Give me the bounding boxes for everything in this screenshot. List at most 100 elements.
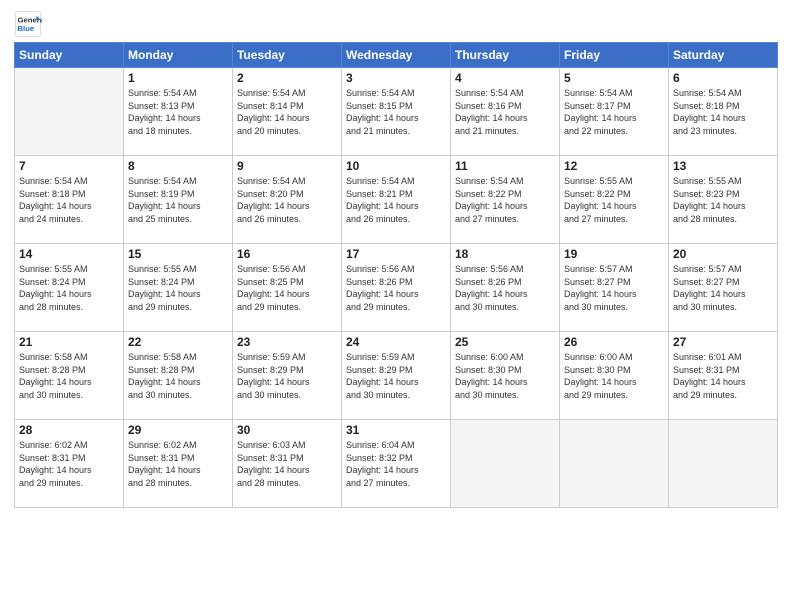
weekday-friday: Friday bbox=[560, 43, 669, 68]
calendar-cell: 19Sunrise: 5:57 AM Sunset: 8:27 PM Dayli… bbox=[560, 244, 669, 332]
calendar-week-0: 1 Sunrise: 5:54 AM Sunset: 8:13 PM Daylig… bbox=[15, 68, 778, 156]
calendar-week-2: 14Sunrise: 5:55 AM Sunset: 8:24 PM Dayli… bbox=[15, 244, 778, 332]
calendar-cell: 30 Sunrise: 6:03 AM Sunset: 8:31 PM Dayli… bbox=[233, 420, 342, 508]
calendar-cell: 2 Sunrise: 5:54 AM Sunset: 8:14 PM Daylig… bbox=[233, 68, 342, 156]
calendar-cell bbox=[560, 420, 669, 508]
day-number: 26 bbox=[564, 335, 664, 349]
cell-detail: Sunrise: 5:55 AM Sunset: 8:24 PM Dayligh… bbox=[128, 263, 228, 313]
day-number: 5 bbox=[564, 71, 664, 85]
cell-detail: Sunrise: 5:54 AM Sunset: 8:16 PM Dayligh… bbox=[455, 87, 555, 137]
calendar-cell: 27 Sunrise: 6:01 AM Sunset: 8:31 PM Dayli… bbox=[669, 332, 778, 420]
day-number: 8 bbox=[128, 159, 228, 173]
calendar-cell: 6Sunrise: 5:54 AM Sunset: 8:18 PM Daylig… bbox=[669, 68, 778, 156]
calendar-cell bbox=[451, 420, 560, 508]
day-number: 16 bbox=[237, 247, 337, 261]
day-number: 18 bbox=[455, 247, 555, 261]
calendar-cell: 26Sunrise: 6:00 AM Sunset: 8:30 PM Dayli… bbox=[560, 332, 669, 420]
calendar-cell: 9 Sunrise: 5:54 AM Sunset: 8:20 PM Daylig… bbox=[233, 156, 342, 244]
calendar-cell: 28 Sunrise: 6:02 AM Sunset: 8:31 PM Dayli… bbox=[15, 420, 124, 508]
day-number: 20 bbox=[673, 247, 773, 261]
cell-detail: Sunrise: 5:56 AM Sunset: 8:25 PM Dayligh… bbox=[237, 263, 337, 313]
day-number: 22 bbox=[128, 335, 228, 349]
weekday-header-row: SundayMondayTuesdayWednesdayThursdayFrid… bbox=[15, 43, 778, 68]
cell-detail: Sunrise: 5:57 AM Sunset: 8:27 PM Dayligh… bbox=[564, 263, 664, 313]
cell-detail: Sunrise: 5:56 AM Sunset: 8:26 PM Dayligh… bbox=[346, 263, 446, 313]
weekday-thursday: Thursday bbox=[451, 43, 560, 68]
calendar-table: SundayMondayTuesdayWednesdayThursdayFrid… bbox=[14, 42, 778, 508]
svg-text:General: General bbox=[18, 16, 43, 25]
calendar-cell: 5 Sunrise: 5:54 AM Sunset: 8:17 PM Daylig… bbox=[560, 68, 669, 156]
day-number: 17 bbox=[346, 247, 446, 261]
weekday-sunday: Sunday bbox=[15, 43, 124, 68]
cell-detail: Sunrise: 6:01 AM Sunset: 8:31 PM Dayligh… bbox=[673, 351, 773, 401]
calendar-week-1: 7 Sunrise: 5:54 AM Sunset: 8:18 PM Daylig… bbox=[15, 156, 778, 244]
calendar-cell: 29Sunrise: 6:02 AM Sunset: 8:31 PM Dayli… bbox=[124, 420, 233, 508]
calendar-cell: 4 Sunrise: 5:54 AM Sunset: 8:16 PM Daylig… bbox=[451, 68, 560, 156]
day-number: 12 bbox=[564, 159, 664, 173]
day-number: 1 bbox=[128, 71, 228, 85]
calendar-cell: 24 Sunrise: 5:59 AM Sunset: 8:29 PM Dayli… bbox=[342, 332, 451, 420]
page: General Blue SundayMondayTuesdayWednesda… bbox=[0, 0, 792, 612]
calendar-cell: 15Sunrise: 5:55 AM Sunset: 8:24 PM Dayli… bbox=[124, 244, 233, 332]
cell-detail: Sunrise: 6:04 AM Sunset: 8:32 PM Dayligh… bbox=[346, 439, 446, 489]
day-number: 13 bbox=[673, 159, 773, 173]
day-number: 28 bbox=[19, 423, 119, 437]
day-number: 7 bbox=[19, 159, 119, 173]
weekday-wednesday: Wednesday bbox=[342, 43, 451, 68]
cell-detail: Sunrise: 5:54 AM Sunset: 8:13 PM Dayligh… bbox=[128, 87, 228, 137]
calendar-cell: 3 Sunrise: 5:54 AM Sunset: 8:15 PM Daylig… bbox=[342, 68, 451, 156]
calendar-cell: 17 Sunrise: 5:56 AM Sunset: 8:26 PM Dayli… bbox=[342, 244, 451, 332]
day-number: 11 bbox=[455, 159, 555, 173]
day-number: 23 bbox=[237, 335, 337, 349]
cell-detail: Sunrise: 5:54 AM Sunset: 8:20 PM Dayligh… bbox=[237, 175, 337, 225]
calendar-week-3: 21 Sunrise: 5:58 AM Sunset: 8:28 PM Dayli… bbox=[15, 332, 778, 420]
cell-detail: Sunrise: 5:59 AM Sunset: 8:29 PM Dayligh… bbox=[237, 351, 337, 401]
day-number: 6 bbox=[673, 71, 773, 85]
cell-detail: Sunrise: 6:03 AM Sunset: 8:31 PM Dayligh… bbox=[237, 439, 337, 489]
calendar-cell: 14Sunrise: 5:55 AM Sunset: 8:24 PM Dayli… bbox=[15, 244, 124, 332]
calendar-cell: 12 Sunrise: 5:55 AM Sunset: 8:22 PM Dayli… bbox=[560, 156, 669, 244]
calendar-cell: 23 Sunrise: 5:59 AM Sunset: 8:29 PM Dayli… bbox=[233, 332, 342, 420]
cell-detail: Sunrise: 6:02 AM Sunset: 8:31 PM Dayligh… bbox=[19, 439, 119, 489]
day-number: 25 bbox=[455, 335, 555, 349]
cell-detail: Sunrise: 5:54 AM Sunset: 8:17 PM Dayligh… bbox=[564, 87, 664, 137]
calendar-cell: 18Sunrise: 5:56 AM Sunset: 8:26 PM Dayli… bbox=[451, 244, 560, 332]
day-number: 4 bbox=[455, 71, 555, 85]
cell-detail: Sunrise: 5:55 AM Sunset: 8:23 PM Dayligh… bbox=[673, 175, 773, 225]
day-number: 2 bbox=[237, 71, 337, 85]
weekday-monday: Monday bbox=[124, 43, 233, 68]
cell-detail: Sunrise: 5:54 AM Sunset: 8:14 PM Dayligh… bbox=[237, 87, 337, 137]
day-number: 3 bbox=[346, 71, 446, 85]
cell-detail: Sunrise: 5:59 AM Sunset: 8:29 PM Dayligh… bbox=[346, 351, 446, 401]
logo-icon: General Blue bbox=[14, 10, 42, 38]
day-number: 24 bbox=[346, 335, 446, 349]
calendar-cell bbox=[669, 420, 778, 508]
day-number: 21 bbox=[19, 335, 119, 349]
day-number: 10 bbox=[346, 159, 446, 173]
day-number: 30 bbox=[237, 423, 337, 437]
cell-detail: Sunrise: 5:58 AM Sunset: 8:28 PM Dayligh… bbox=[19, 351, 119, 401]
calendar-cell: 7 Sunrise: 5:54 AM Sunset: 8:18 PM Daylig… bbox=[15, 156, 124, 244]
cell-detail: Sunrise: 5:55 AM Sunset: 8:22 PM Dayligh… bbox=[564, 175, 664, 225]
cell-detail: Sunrise: 5:54 AM Sunset: 8:18 PM Dayligh… bbox=[19, 175, 119, 225]
calendar-cell: 16 Sunrise: 5:56 AM Sunset: 8:25 PM Dayli… bbox=[233, 244, 342, 332]
day-number: 27 bbox=[673, 335, 773, 349]
cell-detail: Sunrise: 5:58 AM Sunset: 8:28 PM Dayligh… bbox=[128, 351, 228, 401]
calendar-cell: 13 Sunrise: 5:55 AM Sunset: 8:23 PM Dayli… bbox=[669, 156, 778, 244]
calendar-cell: 10 Sunrise: 5:54 AM Sunset: 8:21 PM Dayli… bbox=[342, 156, 451, 244]
cell-detail: Sunrise: 5:57 AM Sunset: 8:27 PM Dayligh… bbox=[673, 263, 773, 313]
cell-detail: Sunrise: 5:55 AM Sunset: 8:24 PM Dayligh… bbox=[19, 263, 119, 313]
calendar-cell: 1 Sunrise: 5:54 AM Sunset: 8:13 PM Daylig… bbox=[124, 68, 233, 156]
day-number: 31 bbox=[346, 423, 446, 437]
calendar-cell: 22 Sunrise: 5:58 AM Sunset: 8:28 PM Dayli… bbox=[124, 332, 233, 420]
day-number: 9 bbox=[237, 159, 337, 173]
cell-detail: Sunrise: 6:00 AM Sunset: 8:30 PM Dayligh… bbox=[455, 351, 555, 401]
logo: General Blue bbox=[14, 10, 42, 38]
cell-detail: Sunrise: 5:54 AM Sunset: 8:15 PM Dayligh… bbox=[346, 87, 446, 137]
calendar-cell: 31 Sunrise: 6:04 AM Sunset: 8:32 PM Dayli… bbox=[342, 420, 451, 508]
cell-detail: Sunrise: 5:54 AM Sunset: 8:21 PM Dayligh… bbox=[346, 175, 446, 225]
weekday-saturday: Saturday bbox=[669, 43, 778, 68]
calendar-cell: 20 Sunrise: 5:57 AM Sunset: 8:27 PM Dayli… bbox=[669, 244, 778, 332]
cell-detail: Sunrise: 6:02 AM Sunset: 8:31 PM Dayligh… bbox=[128, 439, 228, 489]
weekday-tuesday: Tuesday bbox=[233, 43, 342, 68]
